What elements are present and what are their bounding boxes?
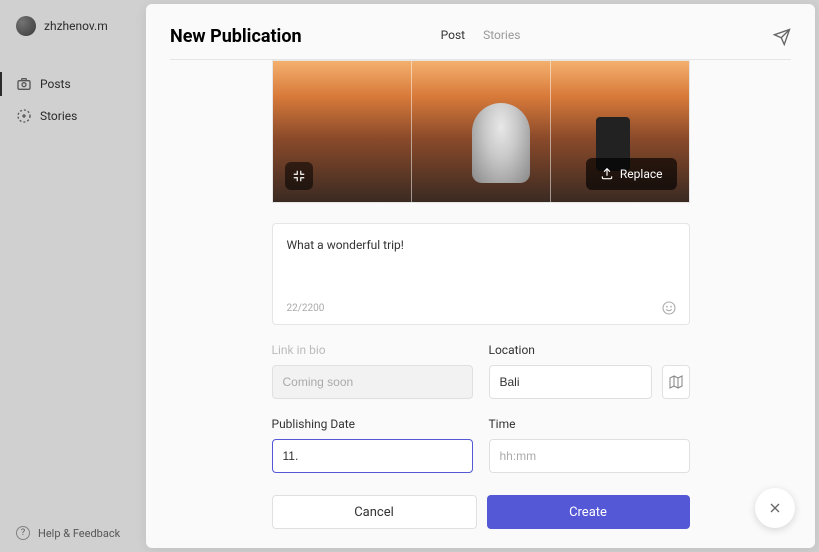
tab-stories[interactable]: Stories <box>483 28 520 46</box>
close-icon <box>767 500 783 516</box>
emoji-picker-button[interactable] <box>661 300 677 316</box>
publishing-date-input[interactable] <box>272 439 473 473</box>
link-in-bio-input <box>272 365 473 399</box>
map-icon <box>668 374 684 390</box>
new-publication-modal: New Publication Post Stories <box>146 4 815 548</box>
upload-icon <box>600 167 614 181</box>
create-button[interactable]: Create <box>487 495 690 529</box>
close-modal-button[interactable] <box>755 488 795 528</box>
emoji-icon <box>661 300 677 316</box>
location-input[interactable] <box>489 365 653 399</box>
location-label: Location <box>489 343 690 357</box>
replace-label: Replace <box>620 167 663 181</box>
caption-textarea[interactable]: What a wonderful trip! 22/2200 <box>272 223 690 325</box>
link-in-bio-label: Link in bio <box>272 343 473 357</box>
image-preview: Replace <box>272 60 690 203</box>
publishing-date-label: Publishing Date <box>272 417 473 431</box>
tab-post[interactable]: Post <box>441 28 465 46</box>
share-icon[interactable] <box>773 28 791 46</box>
time-input[interactable] <box>489 439 690 473</box>
caption-char-count: 22/2200 <box>287 303 325 314</box>
caption-text: What a wonderful trip! <box>287 238 675 252</box>
collapse-crop-button[interactable] <box>285 162 313 190</box>
map-picker-button[interactable] <box>662 365 689 399</box>
replace-image-button[interactable]: Replace <box>586 158 677 190</box>
modal-title: New Publication <box>170 26 302 47</box>
cancel-button[interactable]: Cancel <box>272 495 477 529</box>
time-label: Time <box>489 417 690 431</box>
collapse-icon <box>292 169 306 183</box>
